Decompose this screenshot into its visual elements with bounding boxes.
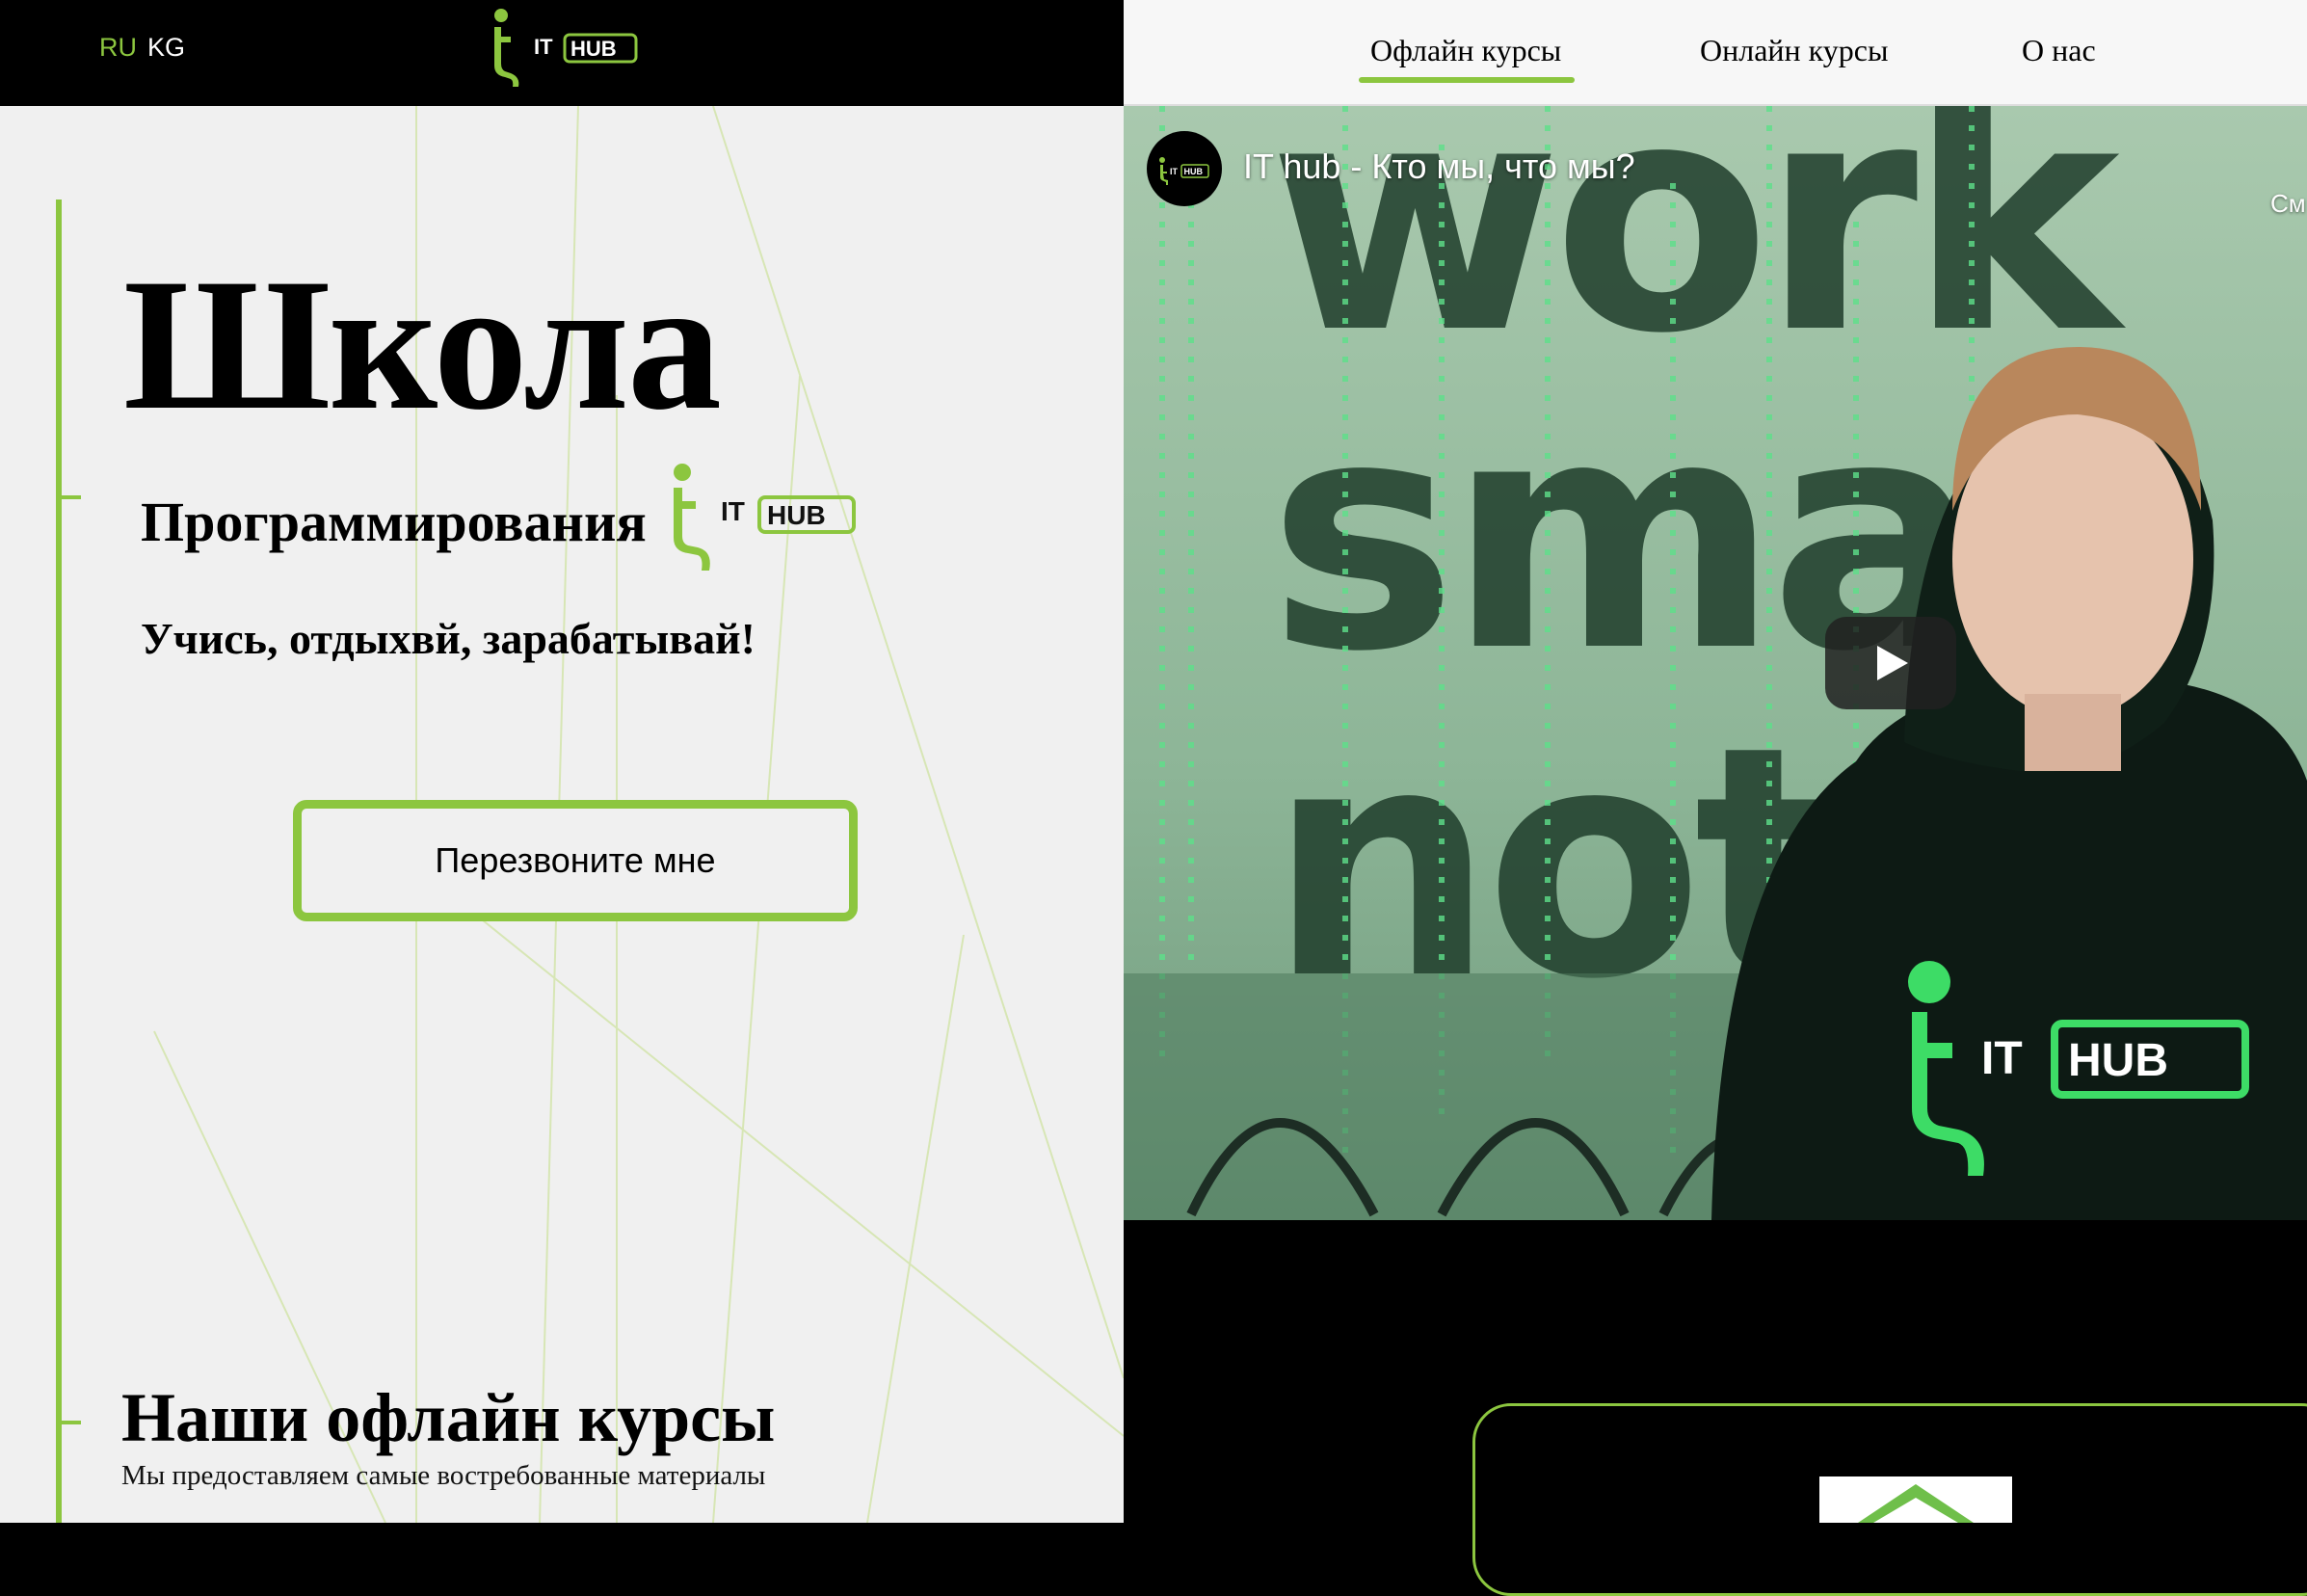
hero-tagline: Учись, отдыхвй, зарабатывай! (141, 614, 756, 663)
top-bar: RU KG IT HUB (0, 0, 1124, 106)
channel-avatar[interactable]: IT HUB (1147, 131, 1222, 206)
nav-offline-courses[interactable]: Офлайн курсы (1370, 33, 1561, 68)
video-title[interactable]: IT hub - Кто мы, что мы? (1243, 146, 1635, 187)
course-card-image (1819, 1476, 2012, 1523)
svg-text:HUB: HUB (2068, 1035, 2168, 1086)
svg-text:IT: IT (1981, 1033, 2023, 1084)
video-player[interactable]: work sma not IT HUB IT HUB IT hub - Кто … (1124, 106, 2307, 1220)
ithub-logo[interactable]: IT HUB (482, 6, 642, 89)
svg-text:HUB: HUB (767, 500, 826, 530)
hero-subtitle: Программирования (141, 491, 647, 553)
accent-tick (56, 495, 81, 499)
left-panel: RU KG IT HUB Школа Программирования IT H… (0, 0, 1124, 1523)
ithub-logo: IT HUB (674, 464, 856, 571)
section-title: Наши офлайн курсы (121, 1379, 776, 1456)
svg-text:IT: IT (534, 35, 553, 59)
video-thumbnail: work sma not IT HUB (1124, 106, 2307, 1220)
svg-text:HUB: HUB (1184, 167, 1204, 176)
play-button[interactable] (1825, 617, 1956, 709)
nav-about[interactable]: О нас (2022, 33, 2096, 68)
watch-later-label[interactable]: См (2270, 189, 2306, 219)
svg-text:HUB: HUB (570, 37, 617, 61)
language-ru[interactable]: RU (99, 33, 137, 63)
play-icon (1877, 646, 1908, 680)
callback-button[interactable]: Перезвоните мне (293, 800, 858, 921)
svg-text:IT: IT (1170, 167, 1179, 176)
nav-active-indicator (1359, 77, 1575, 83)
right-panel: Офлайн курсы Онлайн курсы О нас work sma… (1124, 0, 2307, 1596)
accent-tick (56, 1421, 81, 1424)
section-subtitle: Мы предоставляем самые востребованные ма… (121, 1460, 766, 1491)
main-nav: Офлайн курсы Онлайн курсы О нас (1124, 0, 2307, 106)
nav-online-courses[interactable]: Онлайн курсы (1700, 33, 1888, 68)
accent-line (56, 200, 62, 1523)
language-kg[interactable]: KG (147, 33, 185, 63)
svg-text:IT: IT (721, 496, 745, 526)
hero-title: Школа (123, 240, 722, 449)
